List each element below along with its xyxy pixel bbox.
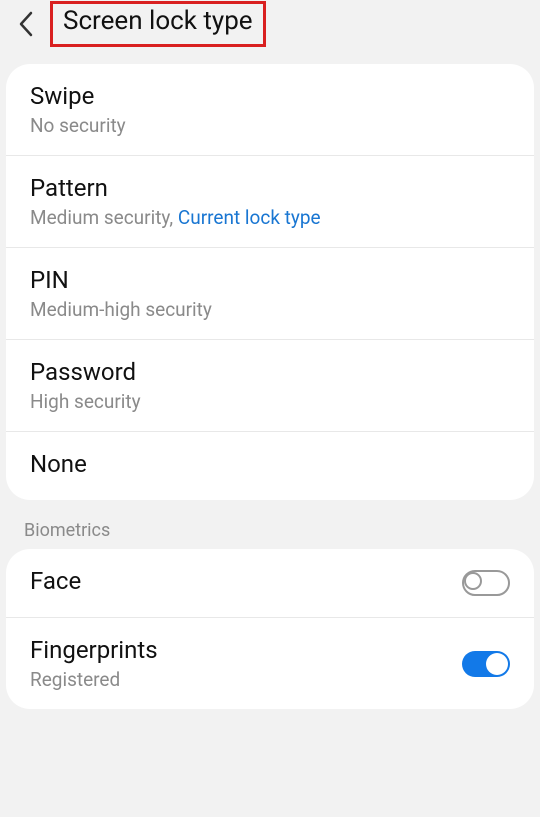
title-highlight-box: Screen lock type [50,1,266,47]
lock-type-title: None [30,450,510,478]
lock-type-desc: Medium-high security [30,298,510,321]
biometric-title: Fingerprints [30,636,462,664]
lock-type-title: Swipe [30,82,510,110]
face-toggle[interactable] [462,570,510,596]
lock-type-desc: No security [30,114,510,137]
lock-type-none[interactable]: None [6,432,534,500]
lock-type-desc: High security [30,390,510,413]
lock-types-card: Swipe No security Pattern Medium securit… [6,64,534,500]
lock-type-pattern[interactable]: Pattern Medium security, Current lock ty… [6,156,534,248]
lock-type-title: Pattern [30,174,510,202]
biometric-desc: Registered [30,668,462,691]
biometric-fingerprints[interactable]: Fingerprints Registered [6,618,534,709]
fingerprints-toggle[interactable] [462,651,510,677]
current-lock-type-label: Current lock type [178,206,321,229]
biometric-title: Face [30,567,462,595]
lock-type-title: Password [30,358,510,386]
biometrics-section-header: Biometrics [0,500,540,549]
biometrics-card: Face Fingerprints Registered [6,549,534,709]
lock-type-title: PIN [30,266,510,294]
lock-type-password[interactable]: Password High security [6,340,534,432]
lock-type-swipe[interactable]: Swipe No security [6,64,534,156]
page-title: Screen lock type [63,6,253,36]
lock-type-desc: Medium security, Current lock type [30,206,510,229]
lock-type-pin[interactable]: PIN Medium-high security [6,248,534,340]
biometric-face[interactable]: Face [6,549,534,618]
back-icon[interactable] [8,6,44,42]
